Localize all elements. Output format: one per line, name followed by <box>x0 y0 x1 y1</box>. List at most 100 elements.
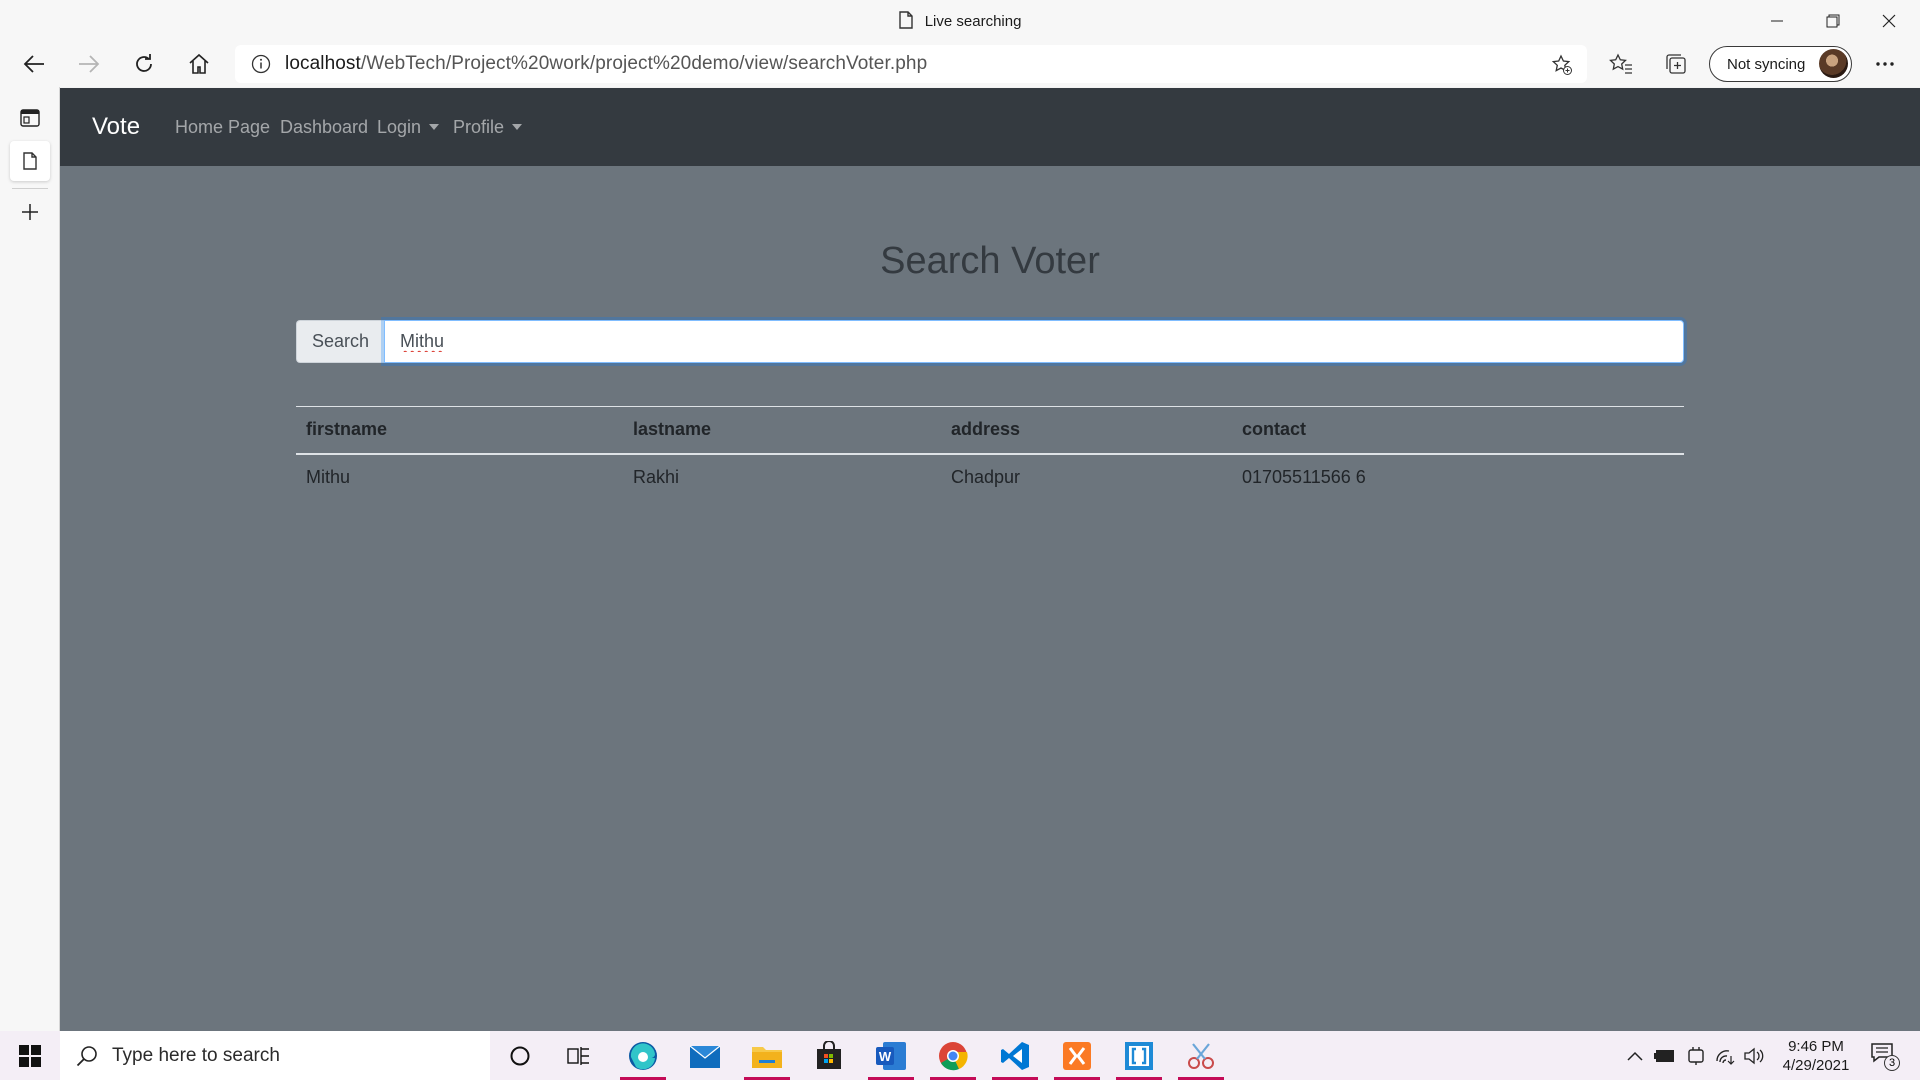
home-icon <box>189 53 209 74</box>
page-viewport: Vote Home Page Dashboard Login Profile S… <box>60 88 1920 1031</box>
nav-profile-dropdown[interactable]: Profile <box>453 117 523 138</box>
minimize-icon <box>1771 20 1783 21</box>
task-view-button[interactable] <box>550 1031 608 1080</box>
more-horizontal-icon <box>1876 62 1894 66</box>
svg-text:W: W <box>879 1049 892 1064</box>
minimize-button[interactable] <box>1749 0 1805 41</box>
taskbar-clock[interactable]: 9:46 PM 4/29/2021 <box>1770 1037 1862 1075</box>
volume-tray-button[interactable] <box>1742 1031 1768 1080</box>
tab-divider <box>12 188 48 189</box>
search-icon <box>76 1045 97 1066</box>
taskbar-chrome[interactable] <box>924 1031 982 1080</box>
column-header-address: address <box>941 406 1232 455</box>
taskbar-edge[interactable] <box>614 1031 672 1080</box>
start-button[interactable] <box>0 1031 60 1080</box>
avatar <box>1819 49 1848 78</box>
tab-live-searching[interactable] <box>10 141 50 181</box>
nav-login-label: Login <box>377 117 422 137</box>
search-input-group: Search <box>296 320 1684 363</box>
cell-firstname: Mithu <box>306 466 351 487</box>
network-tray-button[interactable] <box>1713 1031 1739 1080</box>
taskbar-mail[interactable] <box>676 1031 734 1080</box>
column-header-lastname: lastname <box>623 406 941 455</box>
cortana-icon <box>510 1046 530 1065</box>
sync-status-label: Not syncing <box>1727 55 1806 73</box>
brackets-icon <box>1125 1041 1153 1070</box>
browser-toolbar: localhost/WebTech/Project%20work/project… <box>0 41 1920 87</box>
profile-sync-button[interactable]: Not syncing <box>1709 46 1852 82</box>
cell-contact: 01705511566 6 <box>1242 466 1366 487</box>
site-navbar: Vote Home Page Dashboard Login Profile <box>60 88 1920 166</box>
chevron-up-icon <box>1627 1051 1643 1061</box>
chrome-icon <box>939 1041 968 1070</box>
refresh-button[interactable] <box>125 45 163 83</box>
arrow-left-icon <box>23 55 44 73</box>
volume-icon <box>1744 1047 1764 1064</box>
info-icon[interactable] <box>251 54 271 74</box>
edge-icon <box>629 1041 657 1070</box>
collections-button[interactable] <box>1657 45 1695 83</box>
favorites-button[interactable] <box>1602 45 1640 83</box>
address-bar[interactable]: localhost/WebTech/Project%20work/project… <box>235 45 1587 83</box>
taskbar-xampp[interactable] <box>1048 1031 1106 1080</box>
nav-login-dropdown[interactable]: Login <box>377 117 440 138</box>
collections-icon <box>1666 54 1686 74</box>
device-tray-button[interactable] <box>1683 1031 1709 1080</box>
vscode-icon <box>1001 1041 1029 1070</box>
taskbar-word[interactable]: W <box>862 1031 920 1080</box>
action-center-button[interactable]: 3 <box>1870 1041 1900 1072</box>
clock-date: 4/29/2021 <box>1782 1057 1850 1074</box>
nav-dashboard[interactable]: Dashboard <box>280 117 368 138</box>
store-icon <box>817 1040 841 1069</box>
taskbar-file-explorer[interactable] <box>738 1031 796 1080</box>
plus-icon <box>22 204 38 220</box>
table-row: Mithu Rakhi Chadpur 01705511566 6 <box>296 454 1684 500</box>
taskbar-vscode[interactable] <box>986 1031 1044 1080</box>
favorites-icon <box>1609 53 1632 74</box>
taskbar-store[interactable] <box>800 1031 858 1080</box>
back-button[interactable] <box>15 45 53 83</box>
taskbar-search-box[interactable]: Type here to search <box>60 1031 490 1080</box>
caret-down-icon <box>429 124 440 130</box>
vertical-tab-strip <box>0 87 60 1031</box>
forward-button[interactable] <box>70 45 108 83</box>
task-view-icon <box>567 1046 589 1065</box>
windows-taskbar: Type here to search W 9:46 PM 4/29/2021 … <box>0 1031 1920 1080</box>
taskbar-brackets[interactable] <box>1110 1031 1168 1080</box>
show-hidden-icons-button[interactable] <box>1622 1031 1648 1080</box>
battery-tray-button[interactable] <box>1652 1031 1678 1080</box>
wifi-icon <box>1716 1049 1735 1065</box>
home-button[interactable] <box>180 45 218 83</box>
windows-logo-icon <box>19 1044 41 1067</box>
taskbar-search-placeholder: Type here to search <box>112 1044 280 1066</box>
caret-down-icon <box>512 124 523 130</box>
cell-address: Chadpur <box>951 466 1021 487</box>
window-title: Live searching <box>0 11 1920 30</box>
taskbar-snip-sketch[interactable] <box>1172 1031 1230 1080</box>
settings-more-button[interactable] <box>1866 45 1904 83</box>
page-icon <box>898 11 913 29</box>
window-title-text: Live searching <box>924 13 1022 30</box>
restore-icon <box>1826 14 1840 27</box>
cortana-button[interactable] <box>491 1031 549 1080</box>
close-icon <box>1882 14 1896 27</box>
search-input[interactable] <box>384 320 1684 363</box>
tab-actions-icon <box>20 109 40 127</box>
table-header-row: firstname lastname address contact <box>296 406 1684 455</box>
add-favorite-icon[interactable] <box>1551 54 1573 76</box>
column-header-contact: contact <box>1232 406 1684 455</box>
nav-home-page[interactable]: Home Page <box>175 117 270 138</box>
clock-time: 9:46 PM <box>1788 1038 1844 1055</box>
arrow-right-icon <box>79 55 100 73</box>
close-window-button[interactable] <box>1861 0 1917 41</box>
new-tab-button[interactable] <box>10 192 50 232</box>
url-text[interactable]: localhost/WebTech/Project%20work/project… <box>285 53 927 75</box>
cell-lastname: Rakhi <box>633 466 680 487</box>
tab-actions-button[interactable] <box>10 98 50 138</box>
brand-logo[interactable]: Vote <box>92 113 140 141</box>
notification-count-badge: 3 <box>1884 1055 1900 1071</box>
page-title: Search Voter <box>880 240 1100 282</box>
column-header-firstname: firstname <box>296 406 623 455</box>
page-icon <box>23 152 37 170</box>
restore-button[interactable] <box>1805 0 1861 41</box>
